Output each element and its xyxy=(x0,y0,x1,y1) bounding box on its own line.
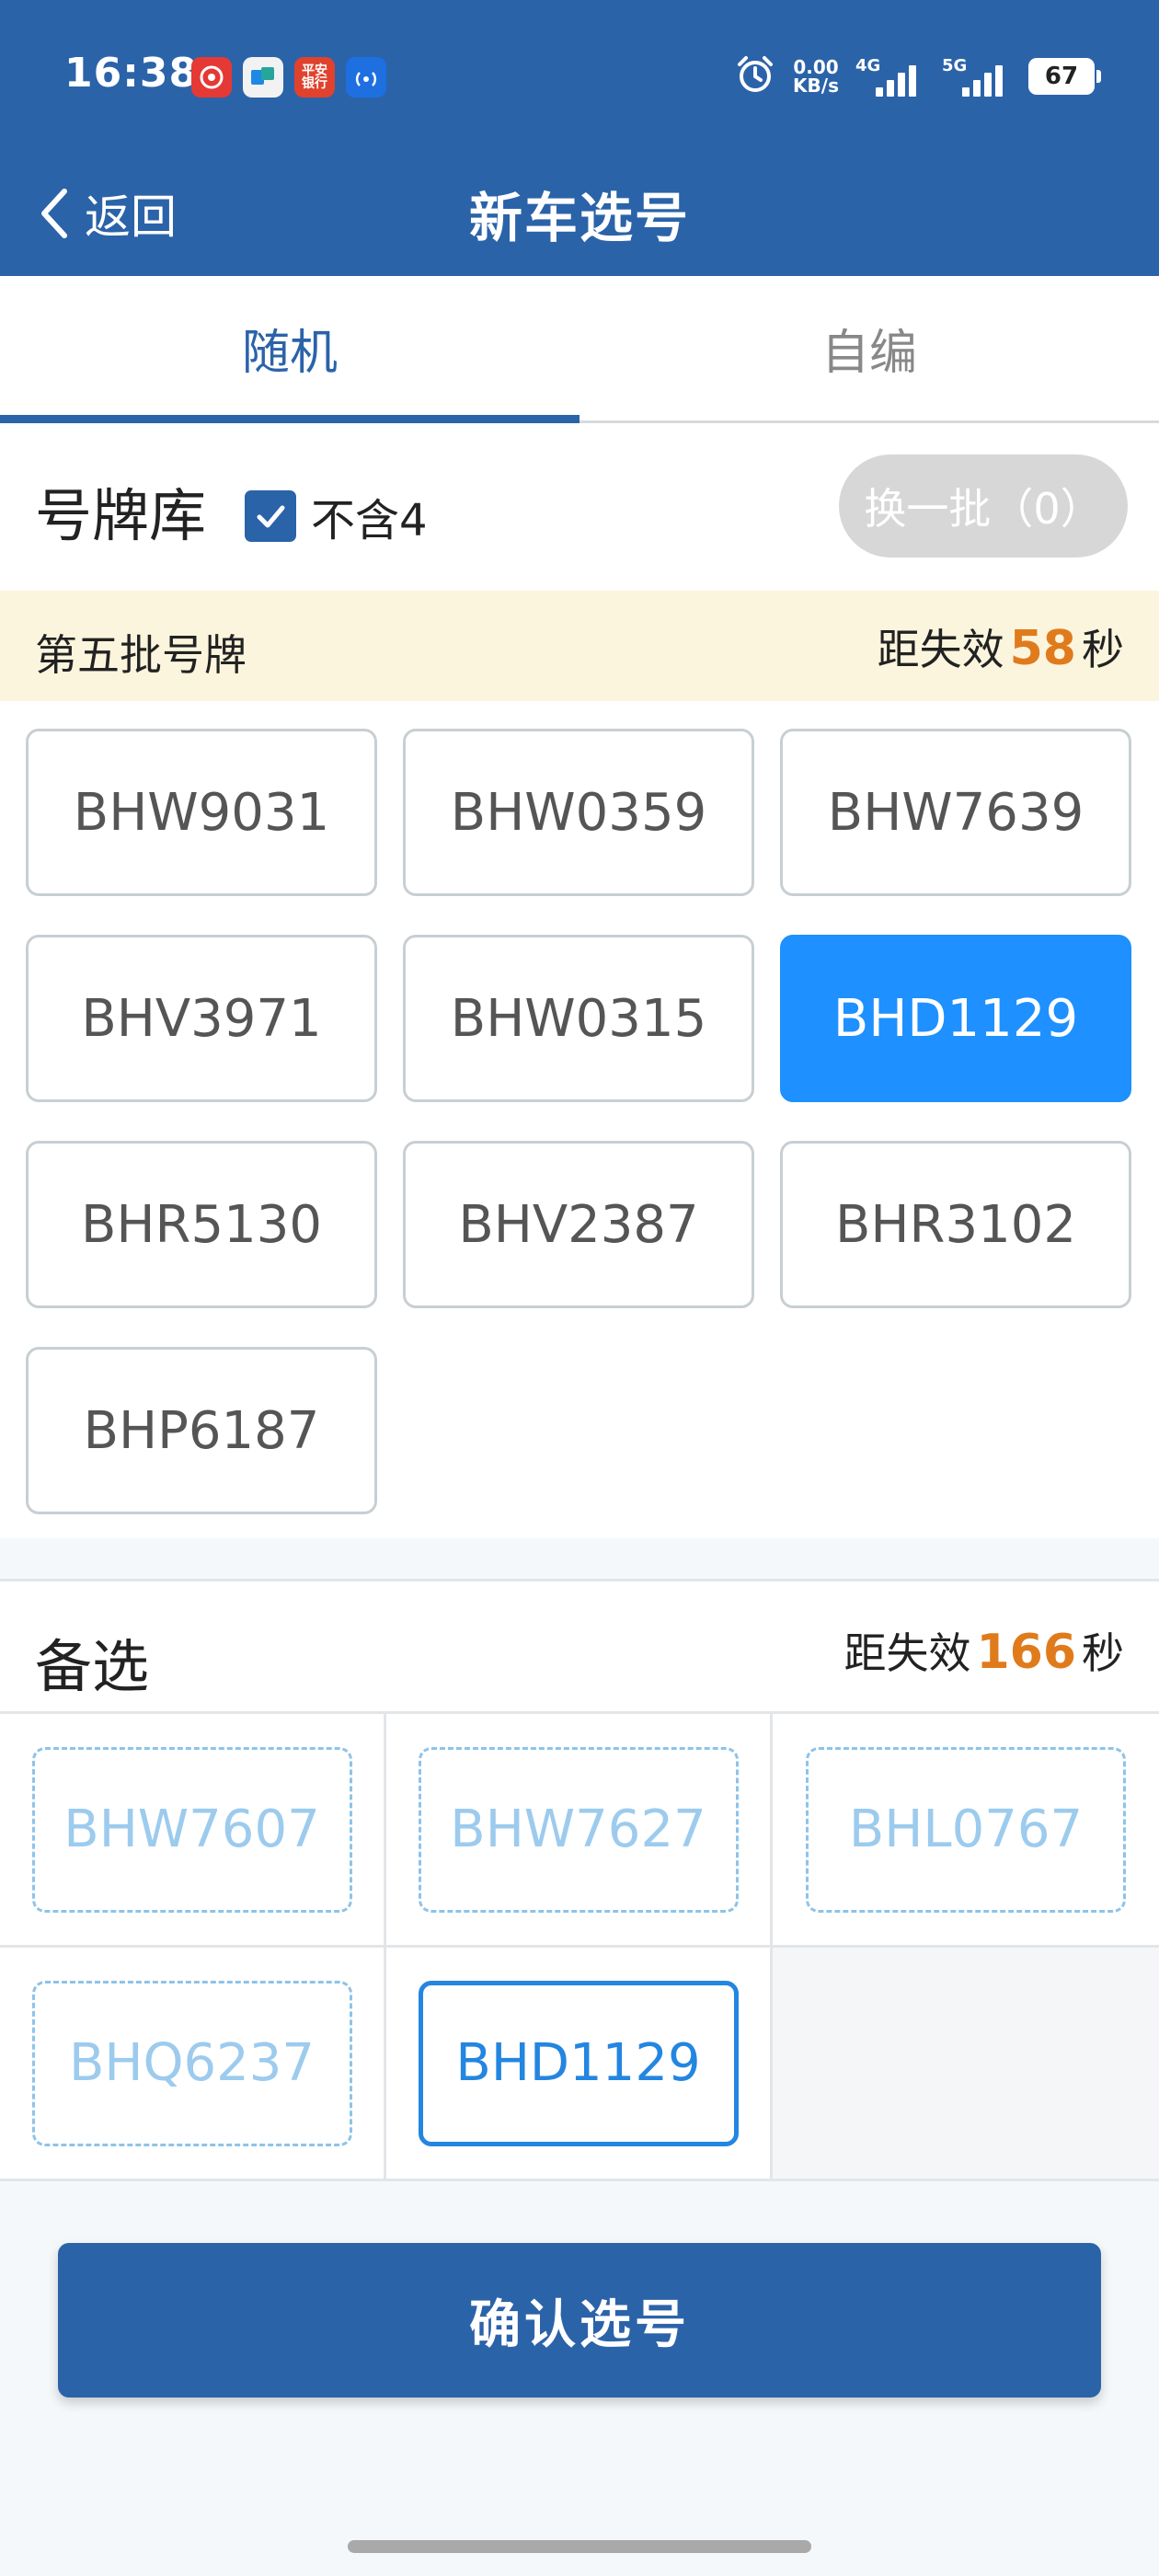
checkbox-checked-icon xyxy=(245,490,296,542)
page-title: 新车选号 xyxy=(468,187,690,249)
exclude-four-label: 不含4 xyxy=(311,495,428,546)
new-car-plate-selection-screen: 16:38 平安 银行 0.00 KB/s 4G 5G 67 返回 新车选号 随… xyxy=(0,0,1159,2576)
plate-option[interactable]: BHR5130 xyxy=(26,1141,377,1308)
countdown-unit: 秒 xyxy=(1082,1628,1124,1678)
app-header: 16:38 平安 银行 0.00 KB/s 4G 5G 67 返回 新车选号 xyxy=(0,0,1159,276)
plate-option[interactable]: BHV2387 xyxy=(403,1141,754,1308)
plate-grid: BHW9031 BHW0359 BHW7639 BHV3971 BHW0315 … xyxy=(0,701,1159,1538)
status-time: 16:38 xyxy=(64,50,199,97)
notification-icons: 平安 银行 xyxy=(191,57,386,98)
pingan-bank-icon: 平安 银行 xyxy=(294,57,335,98)
alternates-countdown: 距失效 166 秒 xyxy=(843,1620,1124,1681)
batch-countdown: 距失效 58 秒 xyxy=(878,616,1124,677)
plate-option[interactable]: BHW9031 xyxy=(26,729,377,896)
tab-random[interactable]: 随机 xyxy=(0,276,580,423)
mode-tabs: 随机 自编 xyxy=(0,276,1159,423)
status-bar: 16:38 平安 银行 0.00 KB/s 4G 5G 67 xyxy=(0,0,1159,156)
alternate-plate-chosen[interactable]: BHD1129 xyxy=(418,1980,739,2146)
plate-option[interactable]: BHW7639 xyxy=(780,729,1131,896)
battery-level: 67 xyxy=(1044,63,1079,90)
nav-bar: 返回 新车选号 xyxy=(0,156,1159,276)
alarm-icon xyxy=(734,53,776,99)
pingan-label-1: 平安 xyxy=(302,63,327,78)
alternates-section: 备选 距失效 166 秒 BHW7607 BHW7627 BHL0767 BHQ… xyxy=(0,1579,1159,2181)
signal-5g: 5G xyxy=(942,56,1012,97)
tab-custom[interactable]: 自编 xyxy=(580,276,1159,420)
countdown-unit: 秒 xyxy=(1082,625,1124,674)
plate-option[interactable]: BHR3102 xyxy=(780,1141,1131,1308)
pingan-label-2: 银行 xyxy=(302,76,327,91)
alternate-cell: BHQ6237 xyxy=(0,1948,386,2181)
batch-info-bar: 第五批号牌 距失效 58 秒 xyxy=(0,591,1159,701)
alternate-cell: BHD1129 xyxy=(386,1948,773,2181)
alternate-cell-empty xyxy=(773,1948,1159,2181)
status-right: 0.00 KB/s 4G 5G 67 xyxy=(734,53,1101,99)
alternate-cell: BHW7607 xyxy=(0,1714,386,1948)
app-icon xyxy=(243,57,283,98)
alternates-title: 备选 xyxy=(35,1633,150,1700)
batch-name: 第五批号牌 xyxy=(35,630,247,680)
alternate-cell: BHW7627 xyxy=(386,1714,773,1948)
plate-option[interactable]: BHP6187 xyxy=(26,1347,377,1514)
plate-option[interactable]: BHW0359 xyxy=(403,729,754,896)
alternate-cell: BHL0767 xyxy=(773,1714,1159,1948)
countdown-value: 58 xyxy=(1009,621,1076,676)
nfc-icon xyxy=(346,57,386,98)
countdown-prefix: 距失效 xyxy=(843,1628,971,1678)
signal-bars-icon xyxy=(876,65,916,97)
alternate-plate[interactable]: BHL0767 xyxy=(806,1746,1126,1913)
net-speed-unit: KB/s xyxy=(793,75,839,97)
alternate-plate[interactable]: BHW7607 xyxy=(31,1746,352,1913)
home-indicator[interactable] xyxy=(348,2540,811,2553)
signal-4g: 4G xyxy=(855,56,925,97)
plate-option[interactable]: BHW0315 xyxy=(403,935,754,1102)
countdown-prefix: 距失效 xyxy=(877,625,1004,674)
net-speed-value: 0.00 xyxy=(793,56,839,78)
netease-music-icon xyxy=(191,57,232,98)
plate-option[interactable]: BHV3971 xyxy=(26,935,377,1102)
plate-option-selected[interactable]: BHD1129 xyxy=(780,935,1131,1102)
confirm-selection-button[interactable]: 确认选号 xyxy=(58,2243,1101,2398)
plate-pool-title: 号牌库 xyxy=(35,482,207,549)
alternate-plate[interactable]: BHW7627 xyxy=(418,1746,739,1913)
net-speed: 0.00 KB/s xyxy=(793,58,839,95)
plate-pool-header: 号牌库 不含4 换一批（0） xyxy=(0,423,1159,591)
countdown-value: 166 xyxy=(976,1625,1076,1680)
refresh-batch-button[interactable]: 换一批（0） xyxy=(839,454,1128,558)
signal-bars-icon xyxy=(962,65,1003,97)
exclude-four-checkbox[interactable]: 不含4 xyxy=(245,484,428,548)
alternates-header: 备选 距失效 166 秒 xyxy=(0,1581,1159,1714)
battery-icon: 67 xyxy=(1028,58,1101,95)
alternate-plate[interactable]: BHQ6237 xyxy=(31,1980,352,2146)
